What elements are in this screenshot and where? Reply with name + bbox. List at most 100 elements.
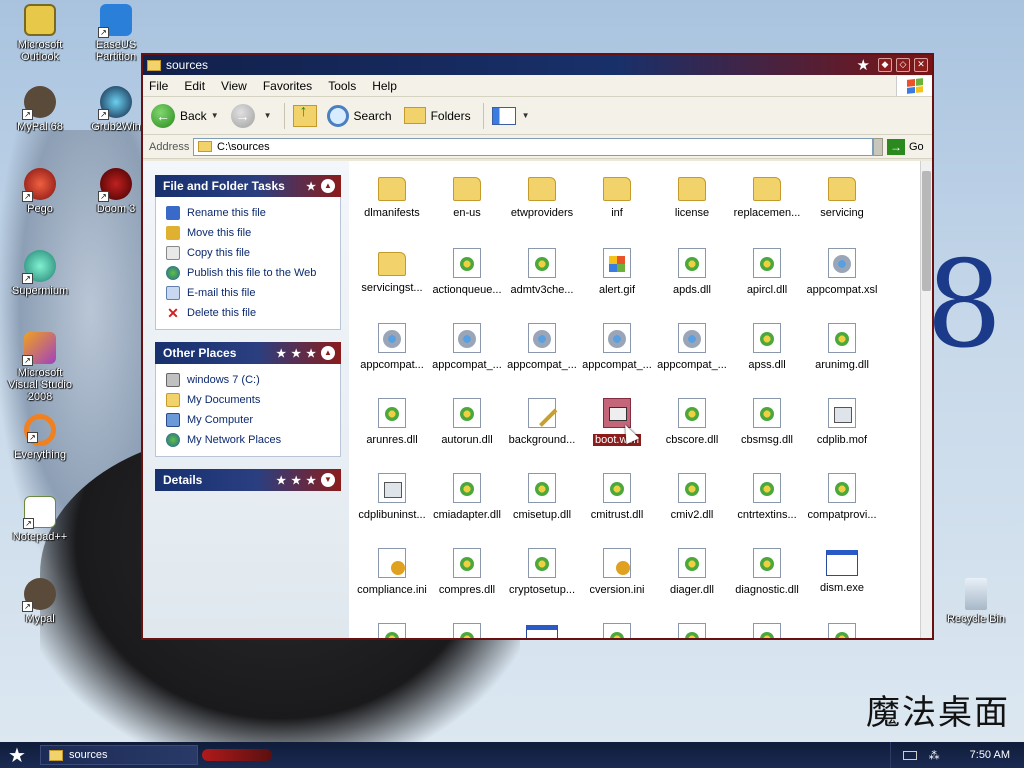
file-item[interactable]: en-us xyxy=(429,173,505,219)
desktop-icon-visual-studio[interactable]: ↗ Microsoft Visual Studio 2008 xyxy=(2,332,78,403)
collapse-icon[interactable]: ▲ xyxy=(321,346,335,360)
menu-file[interactable]: File xyxy=(149,79,168,93)
panel-header[interactable]: File and Folder Tasks ★ ▲ xyxy=(155,175,341,197)
file-item[interactable]: license xyxy=(654,173,730,219)
back-button[interactable]: ← Back ▼ xyxy=(151,103,219,128)
network-tray-icon[interactable]: ⁂ xyxy=(929,749,940,762)
file-item[interactable] xyxy=(354,623,430,638)
minimize-button[interactable]: ◆ xyxy=(878,58,892,72)
vertical-scrollbar[interactable] xyxy=(920,161,932,638)
desktop-icon-supermium[interactable]: ↗ Supermium xyxy=(2,250,78,297)
place-drive-c[interactable]: windows 7 (C:) xyxy=(166,370,340,390)
file-item[interactable] xyxy=(429,623,505,638)
task-publish[interactable]: Publish this file to the Web xyxy=(166,263,340,283)
maximize-button[interactable]: ◇ xyxy=(896,58,910,72)
file-item[interactable]: compliance.ini xyxy=(354,548,430,596)
file-item[interactable]: cmisetup.dll xyxy=(504,473,580,521)
file-item[interactable]: dism.exe xyxy=(804,548,880,594)
file-item[interactable]: diager.dll xyxy=(654,548,730,596)
task-email[interactable]: E-mail this file xyxy=(166,283,340,303)
expand-icon[interactable]: ▼ xyxy=(321,473,335,487)
file-item[interactable]: apircl.dll xyxy=(729,248,805,296)
scrollbar-thumb[interactable] xyxy=(922,171,931,291)
desktop-icon-mypal68[interactable]: ↗ MyPal 68 xyxy=(2,86,78,133)
file-item[interactable]: cmitrust.dll xyxy=(579,473,655,521)
file-item[interactable]: alert.gif xyxy=(579,248,655,296)
panel-header[interactable]: Other Places ★ ★ ★ ▲ xyxy=(155,342,341,364)
file-item[interactable]: appcompat_... xyxy=(579,323,655,371)
desktop-icon-mypal[interactable]: ↗ Mypal xyxy=(2,578,78,625)
go-button[interactable]: → Go xyxy=(887,138,924,155)
close-button[interactable]: ✕ xyxy=(914,58,928,72)
file-item[interactable]: cdplibuninst... xyxy=(354,473,430,521)
file-item[interactable]: cmiadapter.dll xyxy=(429,473,505,521)
file-item[interactable]: servicingst... xyxy=(354,248,430,294)
file-item[interactable]: autorun.dll xyxy=(429,398,505,446)
desktop-icon-recycle-bin[interactable]: Recycle Bin xyxy=(938,578,1014,625)
desktop-icon-pego[interactable]: ↗ Pego xyxy=(2,168,78,215)
task-copy[interactable]: Copy this file xyxy=(166,243,340,263)
desktop-icon-outlook[interactable]: Microsoft Outlook xyxy=(2,4,78,63)
file-item[interactable] xyxy=(579,623,655,638)
task-move[interactable]: Move this file xyxy=(166,223,340,243)
file-item[interactable]: apss.dll xyxy=(729,323,805,371)
file-item[interactable]: apds.dll xyxy=(654,248,730,296)
file-item[interactable] xyxy=(804,623,880,638)
place-my-computer[interactable]: My Computer xyxy=(166,410,340,430)
file-item[interactable]: appcompat.xsl xyxy=(804,248,880,296)
start-button[interactable]: ★ xyxy=(0,742,34,768)
task-rename[interactable]: Rename this file xyxy=(166,203,340,223)
desktop-icon-notepadpp[interactable]: ↗ Notepad++ xyxy=(2,496,78,543)
file-item[interactable]: replacemen... xyxy=(729,173,805,219)
file-item[interactable]: cversion.ini xyxy=(579,548,655,596)
forward-button[interactable]: → ▼ xyxy=(230,103,272,128)
taskbar-window-button[interactable]: sources xyxy=(40,745,198,765)
file-item[interactable]: etwproviders xyxy=(504,173,580,219)
title-bar[interactable]: sources ★ ◆ ◇ ✕ xyxy=(143,55,932,75)
keyboard-icon[interactable] xyxy=(902,750,917,760)
file-item[interactable]: compres.dll xyxy=(429,548,505,596)
file-item[interactable] xyxy=(654,623,730,638)
up-folder-button[interactable] xyxy=(292,103,317,127)
file-item[interactable]: dlmanifests xyxy=(354,173,430,219)
file-item[interactable]: boot.wim xyxy=(579,398,655,446)
file-item[interactable]: actionqueue... xyxy=(429,248,505,296)
collapse-icon[interactable]: ▲ xyxy=(321,179,335,193)
menu-help[interactable]: Help xyxy=(372,79,397,93)
file-item[interactable]: cbsmsg.dll xyxy=(729,398,805,446)
file-item[interactable]: admtv3che... xyxy=(504,248,580,296)
file-item[interactable]: inf xyxy=(579,173,655,219)
file-item[interactable]: cntrtextins... xyxy=(729,473,805,521)
menu-view[interactable]: View xyxy=(221,79,247,93)
file-item[interactable]: appcompat_... xyxy=(654,323,730,371)
file-item[interactable]: cbscore.dll xyxy=(654,398,730,446)
file-item[interactable]: appcompat_... xyxy=(429,323,505,371)
file-item[interactable]: arunimg.dll xyxy=(804,323,880,371)
file-item[interactable]: background... xyxy=(504,398,580,446)
file-item[interactable]: diagnostic.dll xyxy=(729,548,805,596)
file-item[interactable]: servicing xyxy=(804,173,880,219)
panel-header[interactable]: Details ★ ★ ★ ▼ xyxy=(155,469,341,491)
folders-button[interactable]: Folders xyxy=(403,107,471,124)
menu-tools[interactable]: Tools xyxy=(328,79,356,93)
views-button[interactable]: ▼ xyxy=(491,106,530,125)
desktop-icon-everything[interactable]: ↗ Everything xyxy=(2,414,78,461)
file-item[interactable]: cdplib.mof xyxy=(804,398,880,446)
task-delete[interactable]: ✕ Delete this file xyxy=(166,303,340,323)
file-item[interactable]: compatprovi... xyxy=(804,473,880,521)
file-item[interactable]: appcompat_... xyxy=(504,323,580,371)
place-network[interactable]: My Network Places xyxy=(166,430,340,450)
clock[interactable]: 7:50 AM xyxy=(970,749,1010,761)
file-item[interactable]: cmiv2.dll xyxy=(654,473,730,521)
menu-favorites[interactable]: Favorites xyxy=(263,79,312,93)
menu-edit[interactable]: Edit xyxy=(184,79,205,93)
search-button[interactable]: Search xyxy=(326,104,392,127)
file-item[interactable]: cryptosetup... xyxy=(504,548,580,596)
file-item[interactable] xyxy=(504,623,580,638)
place-my-documents[interactable]: My Documents xyxy=(166,390,340,410)
address-input[interactable]: C:\sources xyxy=(193,137,873,156)
file-item[interactable]: appcompat... xyxy=(354,323,430,371)
file-item[interactable] xyxy=(729,623,805,638)
address-dropdown-button[interactable] xyxy=(873,137,883,156)
file-item[interactable]: arunres.dll xyxy=(354,398,430,446)
